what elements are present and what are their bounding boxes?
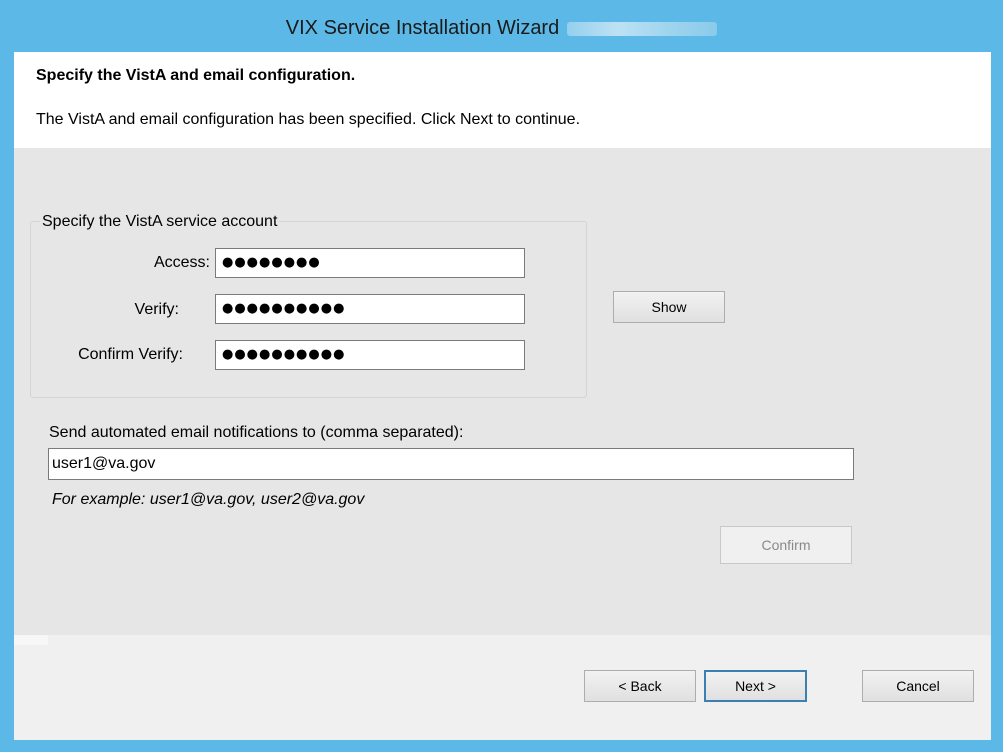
email-notifications-label: Send automated email notifications to (c… bbox=[49, 424, 464, 441]
email-example-hint: For example: user1@va.gov, user2@va.gov bbox=[52, 491, 365, 508]
wizard-footer bbox=[14, 635, 991, 740]
show-button[interactable]: Show bbox=[613, 291, 725, 323]
verify-label: Verify: bbox=[134, 301, 179, 318]
confirm-verify-label: Confirm Verify: bbox=[78, 346, 183, 363]
next-button[interactable]: Next > bbox=[704, 670, 807, 702]
installer-window: VIX Service Installation Wizard Specify … bbox=[0, 0, 1003, 752]
window-title: VIX Service Installation Wizard bbox=[285, 17, 560, 39]
wizard-client-area: Specify the VistA and email configuratio… bbox=[14, 52, 991, 740]
verify-password-input[interactable]: ●●●●●●●●●● bbox=[215, 294, 525, 324]
confirm-button[interactable]: Confirm bbox=[720, 526, 852, 564]
service-account-group-label: Specify the VistA service account bbox=[40, 213, 280, 231]
cancel-button[interactable]: Cancel bbox=[862, 670, 974, 702]
wizard-header: Specify the VistA and email configuratio… bbox=[14, 52, 991, 148]
footer-divider-notch bbox=[14, 635, 48, 645]
title-bar[interactable]: VIX Service Installation Wizard bbox=[0, 0, 1003, 52]
back-button[interactable]: < Back bbox=[584, 670, 696, 702]
confirm-verify-password-input[interactable]: ●●●●●●●●●● bbox=[215, 340, 525, 370]
email-notifications-input[interactable]: user1@va.gov bbox=[48, 448, 854, 480]
access-label: Access: bbox=[153, 254, 210, 271]
redacted-title-suffix bbox=[567, 21, 718, 36]
access-password-input[interactable]: ●●●●●●●● bbox=[215, 248, 525, 278]
page-description: The VistA and email configuration has be… bbox=[36, 111, 581, 128]
window-title-row: VIX Service Installation Wizard bbox=[0, 0, 1003, 52]
page-title: Specify the VistA and email configuratio… bbox=[36, 67, 356, 84]
